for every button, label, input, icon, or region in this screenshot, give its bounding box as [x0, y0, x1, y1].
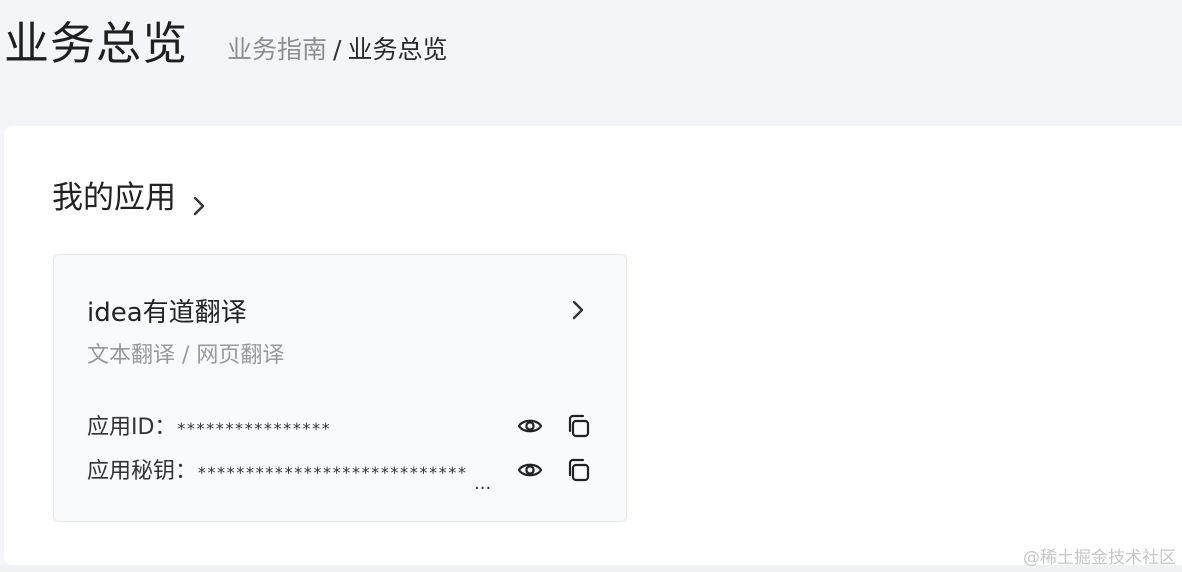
- copy-icon[interactable]: [564, 412, 592, 440]
- watermark: @稀土掘金技术社区: [1023, 548, 1176, 568]
- chevron-right-icon: [188, 187, 210, 216]
- app-id-label: 应用ID：: [87, 415, 177, 440]
- app-name: idea有道翻译: [87, 298, 247, 328]
- my-apps-link[interactable]: 我的应用: [52, 178, 210, 218]
- secret-overflow-ellipsis: ...: [474, 473, 492, 494]
- section-title: 我的应用: [52, 180, 176, 216]
- page-header: 业务总览 业务指南 / 业务总览: [0, 0, 1182, 126]
- eye-icon[interactable]: [516, 412, 544, 440]
- app-id-row: 应用ID：****************: [87, 413, 331, 444]
- page-title: 业务总览: [4, 17, 189, 70]
- breadcrumb-current: 业务总览: [347, 35, 448, 64]
- app-secret-label: 应用秘钥：: [87, 459, 198, 484]
- main-panel: 我的应用 idea有道翻译 文本翻译 / 网页翻译 应用ID：*********…: [4, 126, 1182, 565]
- chevron-right-icon[interactable]: [567, 298, 589, 324]
- eye-icon[interactable]: [516, 456, 544, 484]
- app-secret-value: ****************************: [197, 463, 467, 482]
- app-secret-row: 应用秘钥：****************************: [87, 457, 467, 488]
- app-card[interactable]: idea有道翻译 文本翻译 / 网页翻译 应用ID：**************…: [53, 254, 627, 522]
- app-id-value: ****************: [176, 419, 331, 438]
- copy-icon[interactable]: [564, 456, 592, 484]
- breadcrumb: 业务指南 / 业务总览: [227, 33, 447, 67]
- bottom-strip: [0, 565, 1182, 572]
- breadcrumb-link-guide[interactable]: 业务指南: [227, 35, 327, 64]
- app-services: 文本翻译 / 网页翻译: [87, 343, 285, 368]
- breadcrumb-separator: /: [333, 35, 342, 64]
